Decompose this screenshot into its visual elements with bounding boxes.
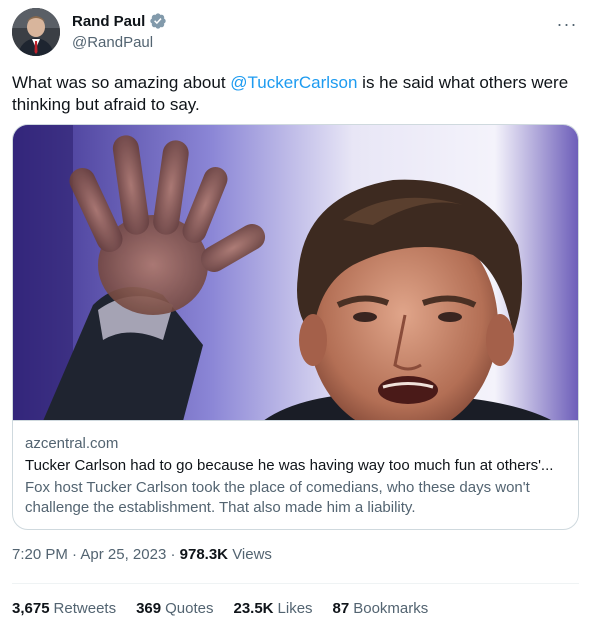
bookmarks-stat[interactable]: 87 Bookmarks: [333, 600, 429, 617]
handle[interactable]: @RandPaul: [72, 34, 167, 51]
views-label: Views: [232, 546, 272, 563]
bookmarks-count: 87: [332, 600, 350, 617]
card-image[interactable]: [13, 125, 578, 421]
card-description: Fox host Tucker Carlson took the place o…: [25, 479, 530, 516]
mention-link[interactable]: @TuckerCarlson: [230, 73, 357, 92]
avatar[interactable]: [12, 8, 60, 56]
card-domain: azcentral.com: [25, 435, 119, 452]
quotes-count: 369: [136, 600, 162, 617]
timestamp-date[interactable]: Apr 25, 2023: [80, 546, 166, 563]
retweets-label: Retweets: [53, 600, 117, 617]
bookmarks-label: Bookmarks: [353, 600, 429, 617]
link-card[interactable]: azcentral.com Tucker Carlson had to go b…: [12, 124, 579, 530]
likes-count: 23.5K: [233, 600, 274, 617]
more-options-icon[interactable]: ···: [555, 12, 579, 36]
card-title: Tucker Carlson had to go because he was …: [25, 457, 554, 474]
timestamp-time[interactable]: 7:20 PM: [12, 546, 68, 563]
name-row: Rand Paul: [72, 12, 167, 30]
tweet-meta: 7:20 PM · Apr 25, 2023 · 978.3K Views: [12, 546, 272, 563]
verified-badge-icon[interactable]: [149, 12, 167, 30]
tweet: Rand Paul @RandPaul ··· What was so amaz…: [0, 0, 591, 636]
likes-stat[interactable]: 23.5K Likes: [233, 600, 312, 617]
tweet-header: Rand Paul @RandPaul ···: [12, 8, 579, 58]
tweet-text-before: What was so amazing about: [12, 73, 231, 92]
tweet-text: What was so amazing about @TuckerCarlson…: [12, 72, 579, 116]
display-name[interactable]: Rand Paul: [72, 13, 145, 30]
views-count: 978.3K: [179, 546, 229, 563]
engagement-stats: 3,675 Retweets 369 Quotes 23.5K Likes 87 Boo…: [12, 600, 428, 617]
quotes-stat[interactable]: 369 Quotes: [136, 600, 213, 617]
card-body[interactable]: azcentral.com Tucker Carlson had to go b…: [13, 422, 578, 529]
meta-separator: ·: [72, 546, 78, 563]
likes-label: Likes: [277, 600, 313, 617]
meta-separator: ·: [170, 546, 176, 563]
retweets-stat[interactable]: 3,675 Retweets: [12, 600, 116, 617]
divider: [12, 583, 579, 584]
retweets-count: 3,675: [12, 600, 50, 617]
author-info: Rand Paul @RandPaul: [72, 12, 167, 51]
quotes-label: Quotes: [165, 600, 214, 617]
